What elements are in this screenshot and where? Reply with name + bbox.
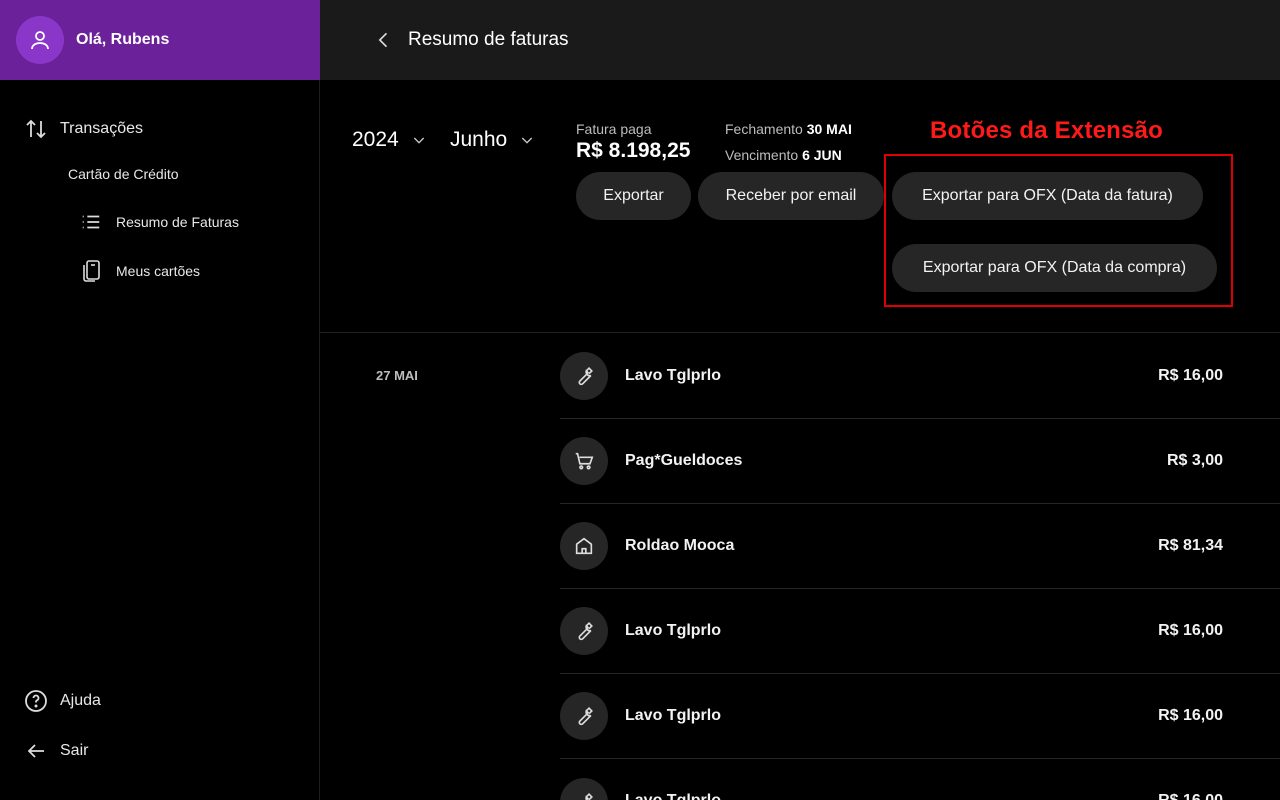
transaction-row[interactable]: Lavo Tglprlo R$ 16,00 — [560, 674, 1280, 759]
vencimento-info: Vencimento 6 JUN — [725, 147, 842, 163]
transaction-date-label: 27 MAI — [376, 368, 418, 383]
wrench-icon — [560, 607, 608, 655]
nav-cartao-credito[interactable]: Cartão de Crédito — [68, 166, 179, 182]
page-title: Resumo de faturas — [408, 29, 569, 50]
nav-transacoes-label: Transações — [60, 120, 143, 137]
year-select[interactable]: 2024 — [352, 128, 427, 152]
wrench-icon — [560, 778, 608, 800]
transaction-amount: R$ 16,00 — [1158, 707, 1223, 724]
transaction-amount: R$ 81,34 — [1158, 537, 1223, 554]
home-icon — [560, 522, 608, 570]
invoice-amount: R$ 8.198,25 — [576, 139, 691, 162]
transaction-amount: R$ 3,00 — [1166, 452, 1223, 469]
transaction-amount: R$ 16,00 — [1158, 622, 1223, 639]
fechamento-date: 30 MAI — [806, 121, 852, 137]
nav-ajuda[interactable]: Ajuda — [24, 689, 101, 713]
vencimento-date: 6 JUN — [802, 147, 842, 163]
transaction-amount: R$ 16,00 — [1158, 367, 1223, 384]
nav-resumo-faturas[interactable]: Resumo de Faturas — [80, 211, 239, 233]
nav-transacoes[interactable]: Transações — [24, 117, 143, 141]
year-value: 2024 — [352, 128, 399, 151]
user-greeting: Olá, Rubens — [76, 31, 170, 48]
transaction-amount: R$ 16,00 — [1158, 792, 1223, 800]
month-select[interactable]: Junho — [450, 128, 535, 152]
receber-email-button[interactable]: Receber por email — [698, 172, 884, 220]
wrench-icon — [560, 352, 608, 400]
transaction-row[interactable]: Lavo Tglprlo R$ 16,00 — [560, 589, 1280, 674]
avatar[interactable] — [16, 16, 64, 64]
nav-cartao-label: Cartão de Crédito — [68, 166, 179, 182]
transaction-row[interactable]: Lavo Tglprlo R$ 16,00 — [560, 334, 1280, 419]
nav-sair-label: Sair — [60, 742, 89, 759]
fechamento-label: Fechamento — [725, 121, 803, 137]
wrench-icon — [560, 692, 608, 740]
transaction-row[interactable]: Pag*Gueldoces R$ 3,00 — [560, 419, 1280, 504]
topbar: Resumo de faturas — [320, 0, 1280, 80]
chevron-down-icon — [411, 132, 427, 148]
nav-resumo-label: Resumo de Faturas — [116, 214, 239, 230]
user-header[interactable]: Olá, Rubens — [0, 0, 320, 80]
back-button[interactable] — [370, 26, 398, 54]
user-icon — [31, 31, 49, 50]
list-icon — [82, 215, 100, 229]
sidebar: Olá, Rubens Transações Cartão de Crédito… — [0, 0, 320, 800]
swap-vertical-icon — [26, 119, 46, 139]
invoice-status-label: Fatura paga — [576, 121, 652, 137]
transaction-row[interactable]: Roldao Mooca R$ 81,34 — [560, 504, 1280, 589]
chevron-left-icon — [378, 32, 388, 48]
chevron-down-icon — [519, 132, 535, 148]
nav-sair[interactable]: Sair — [24, 739, 88, 763]
extension-annotation-label: Botões da Extensão — [930, 117, 1163, 144]
nav-ajuda-label: Ajuda — [60, 692, 101, 709]
help-icon — [25, 690, 47, 712]
export-ofx-compra-button[interactable]: Exportar para OFX (Data da compra) — [892, 244, 1217, 292]
invoice-header: 2024 Junho Fatura paga R$ 8.198,25 Fecha… — [320, 80, 1280, 333]
export-ofx-fatura-button[interactable]: Exportar para OFX (Data da fatura) — [892, 172, 1203, 220]
transaction-row[interactable]: Lavo Tglprlo R$ 16,00 — [560, 759, 1280, 800]
cards-icon — [83, 260, 100, 282]
nav-meus-label: Meus cartões — [116, 263, 201, 279]
vencimento-label: Vencimento — [725, 147, 799, 163]
month-value: Junho — [450, 128, 508, 151]
fechamento-info: Fechamento 30 MAI — [725, 121, 852, 137]
nav-meus-cartoes[interactable]: Meus cartões — [80, 259, 200, 283]
exportar-button[interactable]: Exportar — [576, 172, 691, 220]
cart-icon — [560, 437, 608, 485]
arrow-left-icon — [27, 744, 44, 758]
